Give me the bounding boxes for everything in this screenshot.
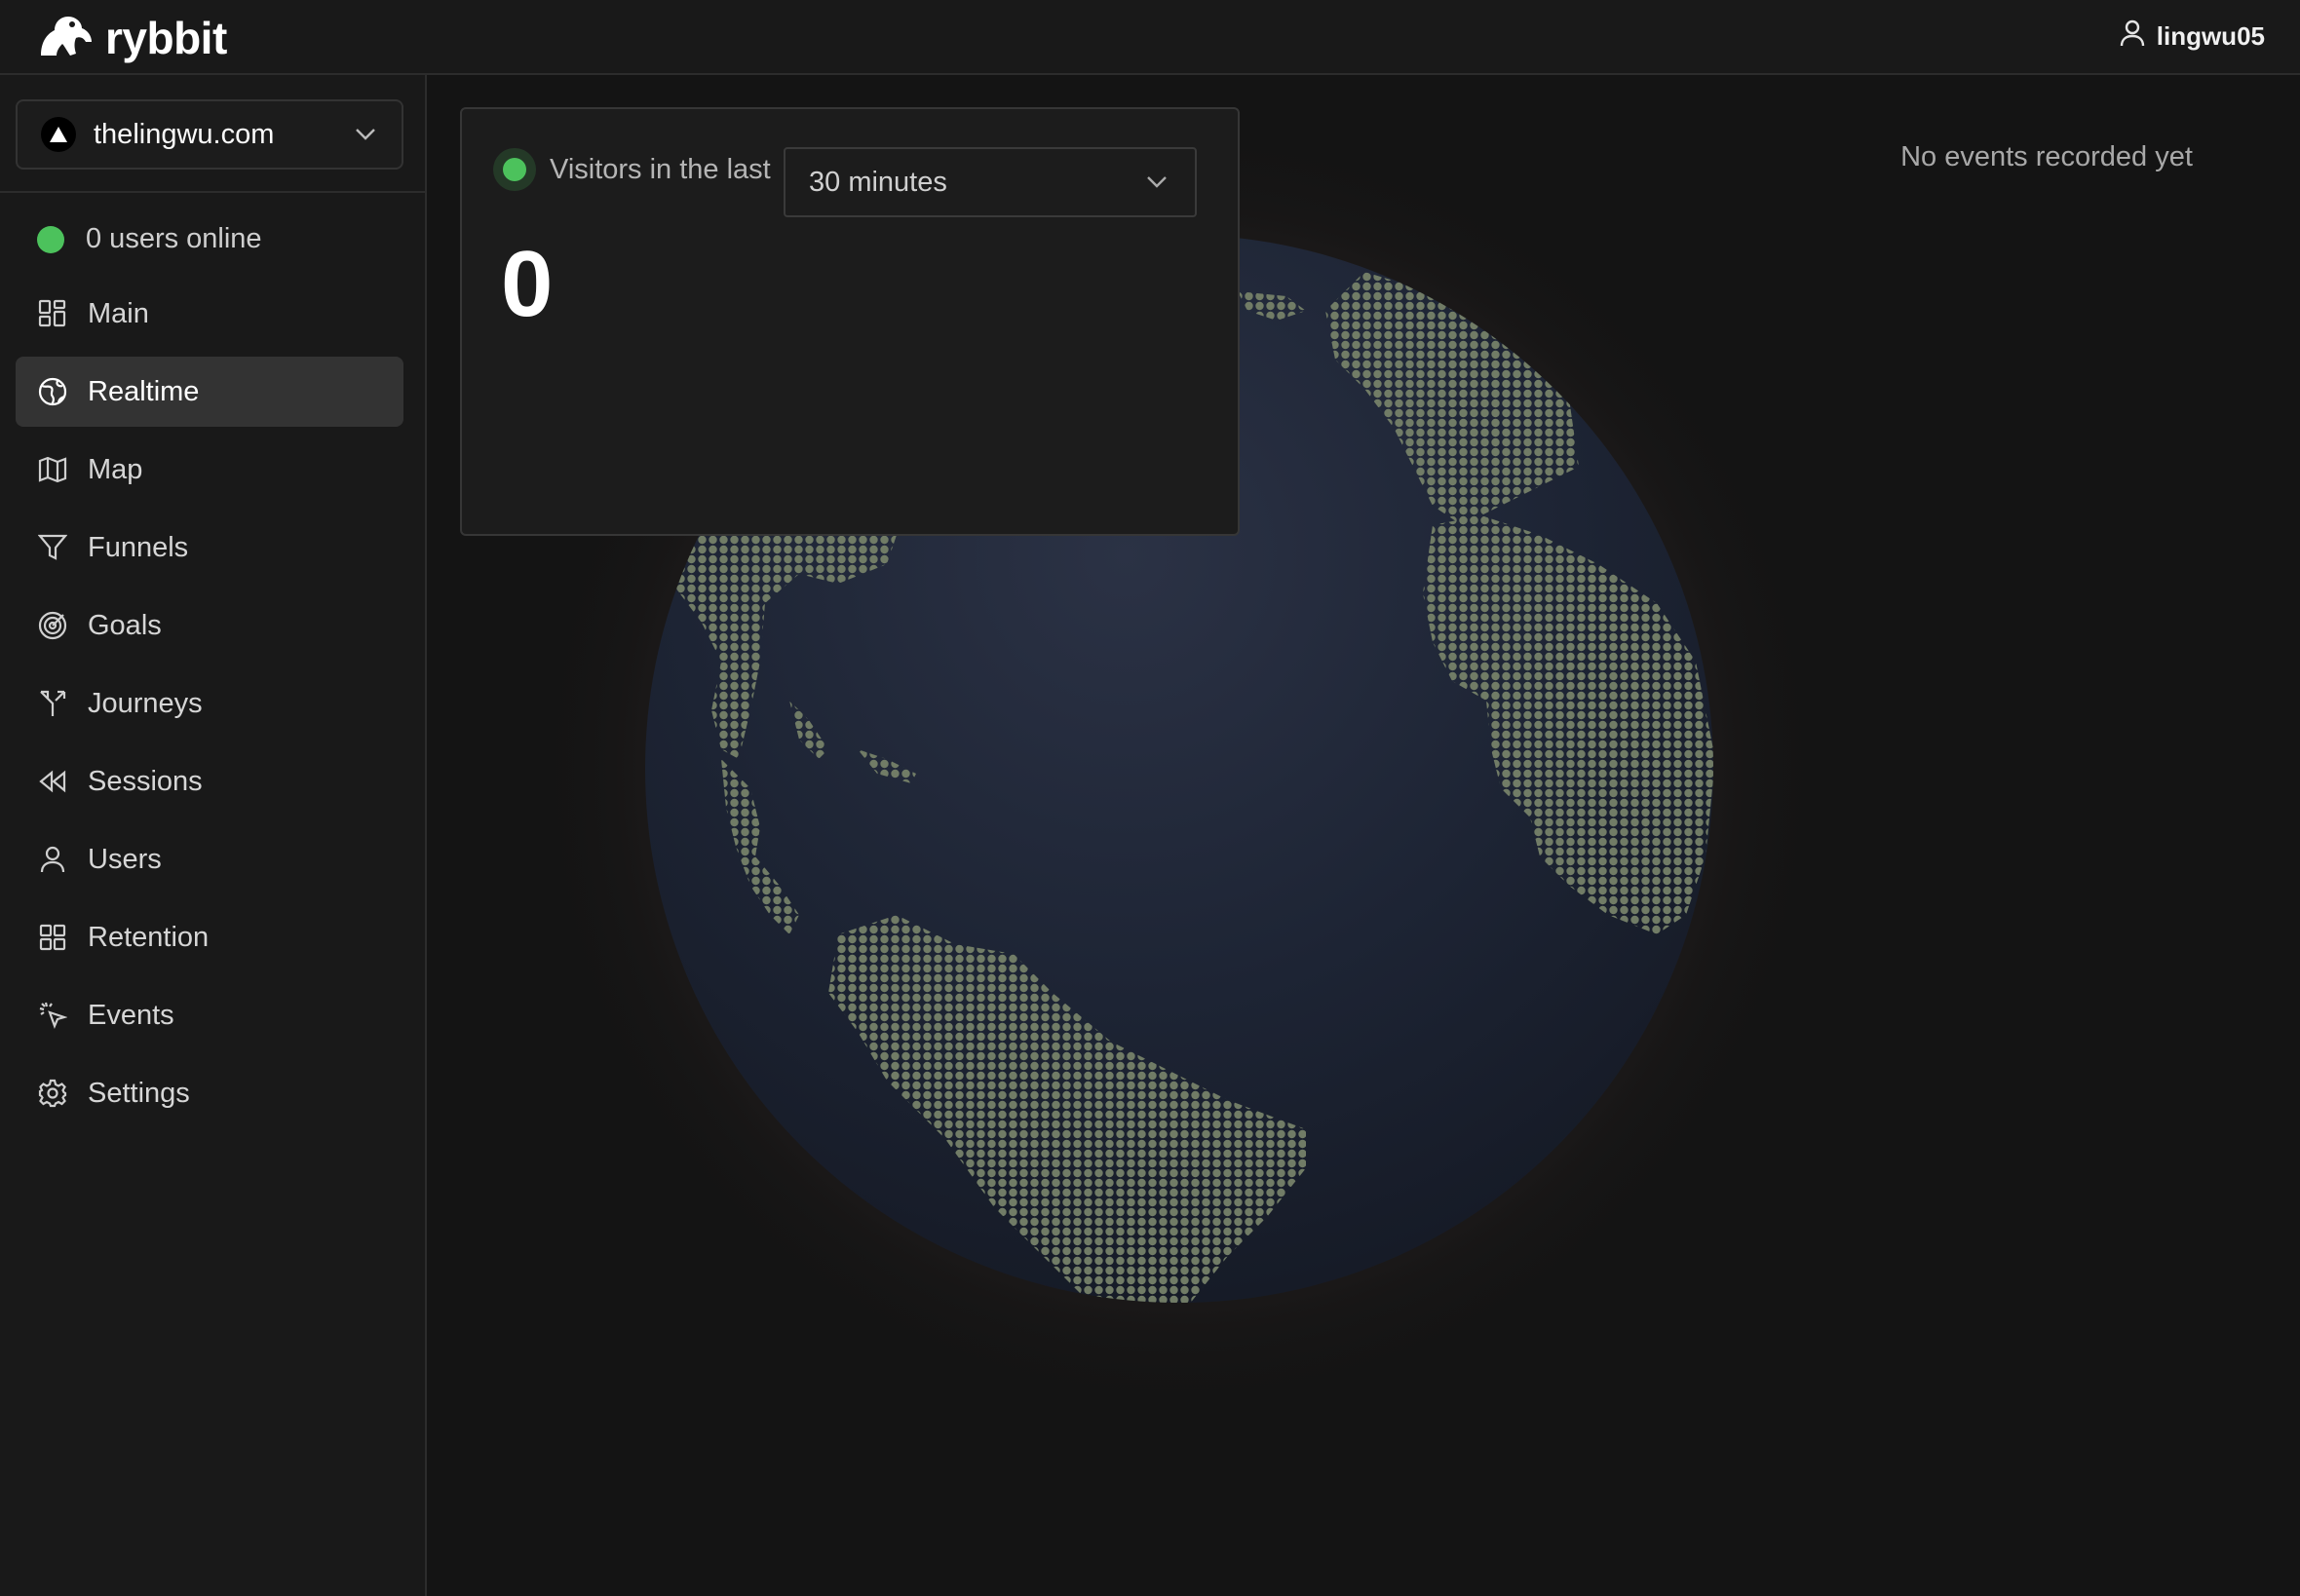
- user-icon: [37, 844, 68, 875]
- site-selector[interactable]: thelingwu.com: [16, 99, 403, 170]
- sidebar-item-settings[interactable]: Settings: [16, 1058, 403, 1128]
- online-status: 0 users online: [37, 223, 262, 255]
- funnel-icon: [37, 532, 68, 563]
- online-dot-icon: [37, 225, 64, 253]
- sidebar-item-label: Settings: [88, 1077, 190, 1109]
- username: lingwu05: [2156, 21, 2265, 51]
- visitors-header: Visitors in the last: [493, 148, 771, 191]
- app-logo[interactable]: rybbit: [37, 12, 227, 64]
- map-icon: [37, 454, 68, 485]
- online-count: 0 users online: [86, 223, 262, 254]
- sidebar-item-realtime[interactable]: Realtime: [16, 357, 403, 427]
- sidebar-item-label: Funnels: [88, 531, 189, 563]
- sidebar-item-label: Retention: [88, 921, 210, 953]
- user-menu[interactable]: lingwu05: [2120, 19, 2265, 54]
- realtime-main: Visitors in the last 30 minutes 0 No eve…: [429, 77, 2300, 1596]
- sidebar-nav: Main Realtime Map Funnels Goals Journeys…: [16, 279, 403, 1136]
- sidebar-item-sessions[interactable]: Sessions: [16, 746, 403, 817]
- divider: [0, 191, 427, 193]
- gear-icon: [37, 1078, 68, 1109]
- split-icon: [37, 688, 68, 719]
- sidebar-item-label: Sessions: [88, 765, 203, 797]
- sidebar-item-map[interactable]: Map: [16, 435, 403, 505]
- sidebar-item-users[interactable]: Users: [16, 824, 403, 894]
- user-icon: [2120, 19, 2145, 54]
- grid-icon: [37, 298, 68, 329]
- sidebar-item-journeys[interactable]: Journeys: [16, 668, 403, 739]
- site-name: thelingwu.com: [94, 118, 275, 150]
- app-name: rybbit: [105, 13, 227, 63]
- target-icon: [37, 610, 68, 641]
- sidebar-item-retention[interactable]: Retention: [16, 902, 403, 972]
- time-range-value: 30 minutes: [809, 166, 947, 198]
- sidebar-item-label: Realtime: [88, 375, 200, 407]
- sidebar-item-main[interactable]: Main: [16, 279, 403, 349]
- sidebar-item-label: Users: [88, 843, 162, 875]
- sidebar-item-label: Journeys: [88, 687, 203, 719]
- grid-icon: [37, 922, 68, 953]
- top-bar: rybbit lingwu05: [0, 0, 2300, 75]
- visitor-count: 0: [501, 232, 554, 336]
- chevron-down-icon: [355, 128, 376, 141]
- sidebar-item-label: Map: [88, 453, 143, 485]
- site-logo-icon: [41, 117, 76, 152]
- pointer-click-icon: [37, 1000, 68, 1031]
- frog-logo-icon: [37, 13, 96, 64]
- visitors-label: Visitors in the last: [550, 153, 771, 185]
- sidebar-item-label: Main: [88, 297, 149, 329]
- chevron-down-icon: [1146, 175, 1168, 189]
- visitors-card: Visitors in the last 30 minutes 0: [460, 107, 1240, 536]
- sidebar-item-label: Events: [88, 999, 174, 1031]
- live-dot-icon: [493, 148, 536, 191]
- time-range-select[interactable]: 30 minutes: [784, 147, 1197, 217]
- sidebar-item-events[interactable]: Events: [16, 980, 403, 1050]
- events-empty-state: No events recorded yet: [1900, 141, 2193, 172]
- globe-icon: [37, 376, 68, 407]
- sidebar-item-label: Goals: [88, 609, 162, 641]
- sidebar-item-funnels[interactable]: Funnels: [16, 513, 403, 583]
- rewind-icon: [37, 766, 68, 797]
- sidebar-item-goals[interactable]: Goals: [16, 590, 403, 661]
- sidebar: thelingwu.com 0 users online Main Realti…: [0, 75, 427, 1596]
